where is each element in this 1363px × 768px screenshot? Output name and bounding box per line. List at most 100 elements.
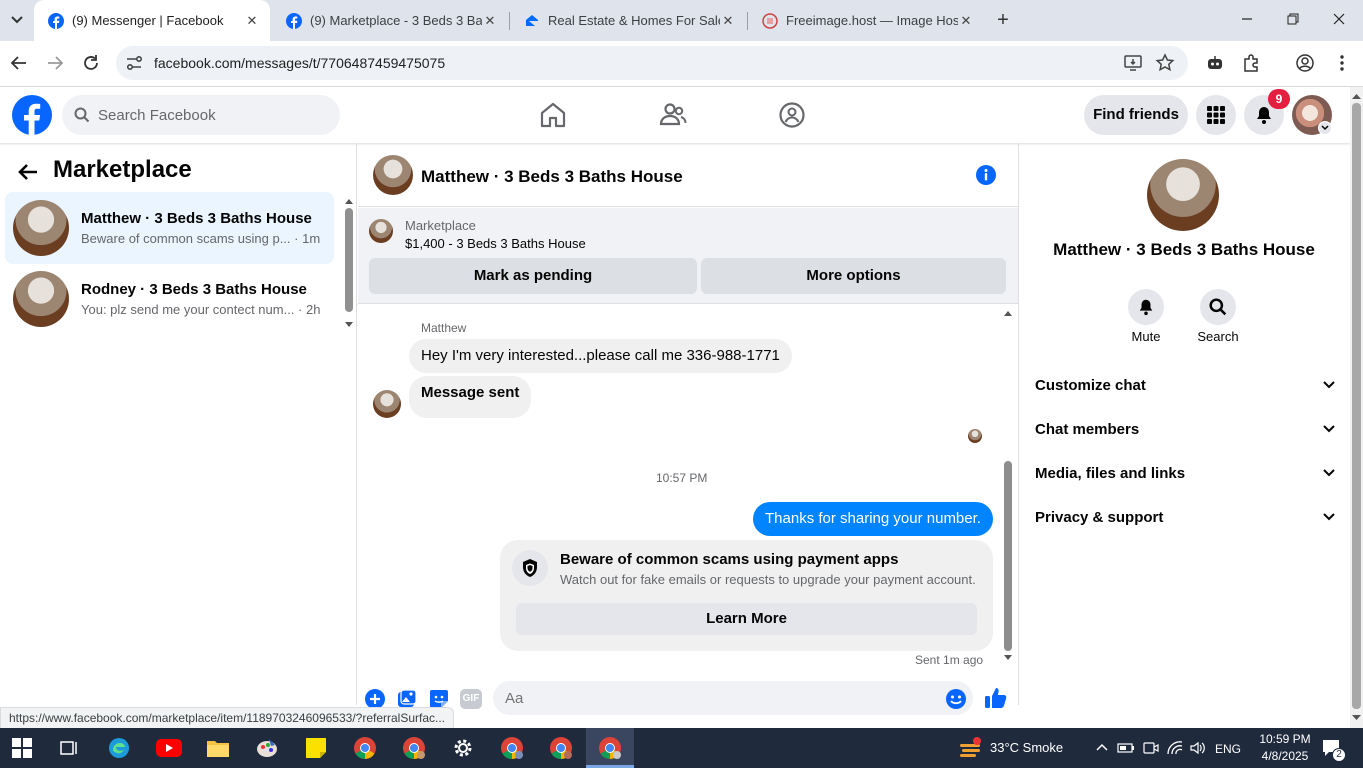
- facebook-favicon-icon: [286, 12, 302, 29]
- wifi-icon[interactable]: [1166, 740, 1184, 756]
- back-button[interactable]: [8, 52, 30, 74]
- chat-title[interactable]: Matthew · 3 Beds 3 Baths House: [421, 167, 683, 187]
- extension-bot-icon[interactable]: [1205, 53, 1225, 73]
- tray-overflow-icon[interactable]: [1094, 740, 1110, 756]
- search-conversation-button[interactable]: [1200, 289, 1236, 325]
- browser-menu-icon[interactable]: [1332, 53, 1352, 73]
- warning-title: Beware of common scams using payment app…: [560, 551, 899, 568]
- account-chevron-icon[interactable]: [1318, 121, 1332, 135]
- clock-date[interactable]: 4/8/2025: [1255, 749, 1315, 763]
- site-info-icon[interactable]: [124, 53, 144, 73]
- settings-taskbar-icon[interactable]: [449, 734, 477, 762]
- send-like-button[interactable]: [983, 685, 1009, 711]
- list-scrollbar[interactable]: [344, 196, 354, 330]
- nav-groups[interactable]: [777, 100, 807, 130]
- extensions-puzzle-icon[interactable]: [1241, 53, 1261, 73]
- section-chat-members[interactable]: Chat members: [1035, 417, 1335, 441]
- shield-icon: [512, 550, 548, 586]
- listing-title[interactable]: $1,400 - 3 Beds 3 Baths House: [405, 236, 586, 251]
- meet-now-icon[interactable]: [1142, 740, 1160, 756]
- close-icon: [1333, 13, 1345, 25]
- youtube-taskbar-icon[interactable]: [155, 734, 183, 762]
- profile-icon[interactable]: [1295, 53, 1315, 73]
- tab-real-estate[interactable]: Real Estate & Homes For Sale - ✕: [510, 0, 746, 41]
- incoming-message[interactable]: Message sent: [409, 376, 532, 418]
- mark-pending-button[interactable]: Mark as pending: [369, 258, 697, 294]
- menu-button[interactable]: [1196, 95, 1236, 135]
- learn-more-button[interactable]: Learn More: [516, 603, 977, 635]
- volume-icon[interactable]: [1189, 740, 1207, 756]
- clock-time[interactable]: 10:59 PM: [1255, 732, 1315, 746]
- close-tab-icon[interactable]: ✕: [720, 13, 736, 29]
- chrome-taskbar-icon[interactable]: [351, 734, 379, 762]
- close-tab-icon[interactable]: ✕: [244, 13, 260, 29]
- close-tab-icon[interactable]: ✕: [482, 13, 498, 29]
- tab-freeimage[interactable]: Freeimage.host — Image Hostin ✕: [748, 0, 984, 41]
- weather-text[interactable]: 33°C Smoke: [990, 740, 1063, 755]
- conversation-item[interactable]: Rodney · 3 Beds 3 Baths House You: plz s…: [5, 263, 334, 335]
- facebook-search[interactable]: Search Facebook: [62, 95, 340, 135]
- bell-icon: [1257, 107, 1271, 124]
- section-media-files-links[interactable]: Media, files and links: [1035, 461, 1335, 485]
- file-explorer-taskbar-icon[interactable]: [204, 734, 232, 762]
- gif-button[interactable]: GIF: [460, 689, 482, 709]
- search-label: Search: [1197, 329, 1239, 344]
- close-tab-icon[interactable]: ✕: [958, 13, 974, 29]
- url-text[interactable]: facebook.com/messages/t/7706487459475075: [154, 55, 445, 71]
- reload-button[interactable]: [80, 52, 102, 74]
- sender-avatar[interactable]: [373, 390, 401, 418]
- more-options-button[interactable]: More options: [701, 258, 1006, 294]
- panel-title: Marketplace: [53, 156, 192, 183]
- tab-marketplace[interactable]: (9) Marketplace - 3 Beds 3 Bath ✕: [272, 0, 508, 41]
- task-view-button[interactable]: [55, 734, 83, 762]
- tab-messenger[interactable]: (9) Messenger | Facebook ✕: [34, 0, 270, 41]
- conversation-item[interactable]: Matthew · 3 Beds 3 Baths House Beware of…: [5, 192, 334, 264]
- sticky-notes-taskbar-icon[interactable]: [302, 734, 330, 762]
- message-input[interactable]: [493, 681, 913, 715]
- nav-friends[interactable]: [658, 100, 688, 130]
- message-timestamp: 10:57 PM: [656, 471, 708, 485]
- incoming-message[interactable]: Hey I'm very interested...please call me…: [409, 339, 792, 373]
- chrome-profile-taskbar-icon[interactable]: [547, 734, 575, 762]
- new-tab-button[interactable]: +: [992, 9, 1014, 31]
- link-status-bar: https://www.facebook.com/marketplace/ite…: [0, 707, 455, 729]
- emoji-button[interactable]: [945, 688, 967, 710]
- chrome-profile-taskbar-icon[interactable]: [400, 734, 428, 762]
- thumbs-up-icon: [985, 688, 1007, 708]
- paint-taskbar-icon[interactable]: [253, 734, 281, 762]
- back-to-marketplace-button[interactable]: [16, 160, 40, 184]
- bookmark-star-icon[interactable]: [1155, 53, 1175, 73]
- facebook-logo-icon: [12, 95, 52, 135]
- page-scrollbar[interactable]: [1350, 87, 1363, 728]
- section-label: Chat members: [1035, 420, 1140, 438]
- start-button[interactable]: [8, 734, 36, 762]
- find-friends-button[interactable]: Find friends: [1084, 95, 1188, 135]
- listing-thumbnail[interactable]: [369, 219, 393, 243]
- forward-button[interactable]: [44, 52, 66, 74]
- install-app-icon[interactable]: [1123, 53, 1143, 73]
- input-language[interactable]: ENG: [1215, 742, 1241, 756]
- nav-home[interactable]: [538, 100, 568, 130]
- chrome-active-taskbar-icon[interactable]: [596, 734, 624, 762]
- weather-icon[interactable]: [958, 736, 982, 760]
- facebook-logo[interactable]: [12, 95, 52, 135]
- profile-name: Matthew · 3 Beds 3 Baths House: [1053, 240, 1315, 259]
- profile-picture[interactable]: [1147, 159, 1219, 231]
- section-privacy-support[interactable]: Privacy & support: [1035, 505, 1335, 529]
- close-window-button[interactable]: [1328, 8, 1350, 30]
- chat-avatar[interactable]: [373, 155, 413, 195]
- chrome-profile-taskbar-icon[interactable]: [498, 734, 526, 762]
- minimize-window-button[interactable]: [1236, 8, 1258, 30]
- tab-search-button[interactable]: [6, 9, 28, 31]
- restore-window-button[interactable]: [1282, 8, 1304, 30]
- outgoing-message[interactable]: Thanks for sharing your number.: [753, 502, 993, 536]
- message-composer[interactable]: [493, 681, 973, 715]
- conversation-info-button[interactable]: [975, 164, 997, 186]
- mute-button[interactable]: [1128, 289, 1164, 325]
- battery-icon[interactable]: [1117, 740, 1135, 756]
- arrow-left-icon: [18, 164, 37, 180]
- edge-taskbar-icon[interactable]: [105, 734, 133, 762]
- section-customize-chat[interactable]: Customize chat: [1035, 373, 1335, 397]
- chat-scrollbar[interactable]: [1002, 306, 1014, 666]
- grid-menu-icon: [1207, 106, 1225, 124]
